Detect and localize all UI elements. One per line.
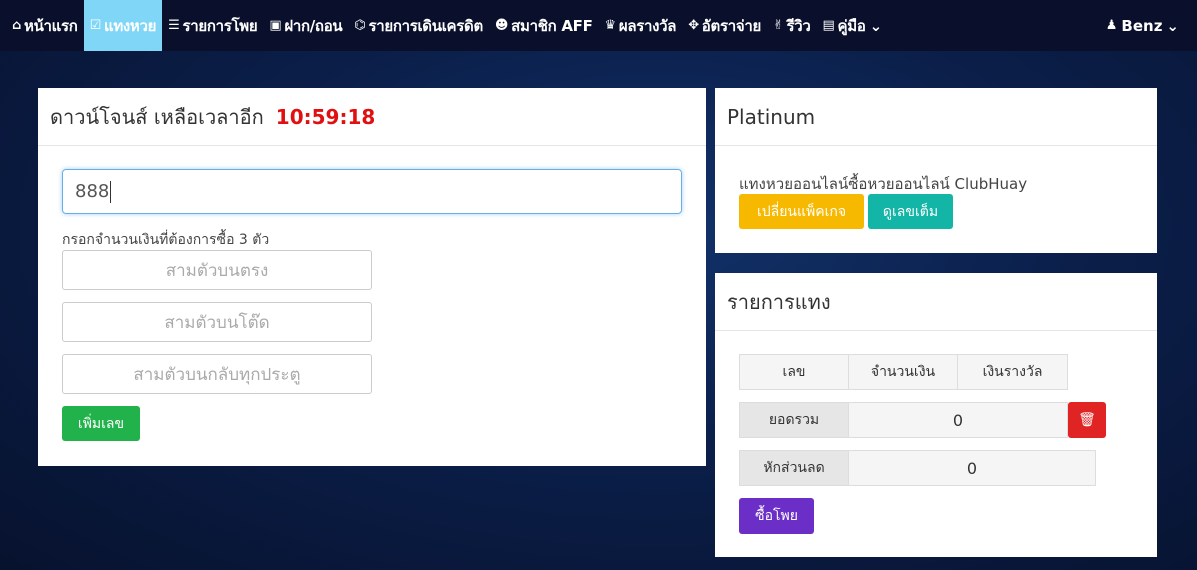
nav-label: ผลรางวัล	[618, 16, 677, 35]
column-header-prize: เงินรางวัล	[957, 354, 1068, 390]
delete-all-button[interactable]: 🗑	[1068, 402, 1106, 438]
column-header-amount: จำนวนเงิน	[848, 354, 958, 390]
view-full-number-button[interactable]: ดูเลขเต็ม	[868, 194, 953, 229]
crosshair-icon: ✥	[688, 18, 699, 33]
package-description: แทงหวยออนไลน์ซื้อหวยออนไลน์ ClubHuay	[739, 175, 1028, 193]
placeholder: สามตัวบนตรง	[165, 260, 269, 281]
nav-label: แทงหวย	[103, 16, 157, 35]
nav-item-results[interactable]: ♛ ผลรางวัล	[599, 0, 683, 51]
bet-panel-header: ดาวน์โจนส์ เหลือเวลาอีก 10:59:18	[38, 88, 706, 146]
total-value: 0	[848, 402, 1068, 438]
nav-label: อัตราจ่าย	[701, 16, 761, 35]
users-icon: ☻	[494, 18, 509, 33]
column-header-number: เลข	[739, 354, 849, 390]
nav-item-deposit-withdraw[interactable]: ▣ ฝาก/ถอน	[263, 0, 348, 51]
three-top-tode-input[interactable]: สามตัวบนโต๊ด	[62, 302, 372, 342]
bank-icon: ⌬	[354, 18, 366, 33]
bet-list-title: รายการแทง	[727, 289, 831, 314]
nav-label: คู่มือ	[837, 16, 866, 35]
total-label: ยอดรวม	[739, 402, 849, 438]
bet-list-header: รายการแทง	[715, 273, 1157, 331]
trophy-icon: ♛	[604, 18, 617, 33]
top-navbar: ⌂ หน้าแรก ☑ แทงหวย ☰ รายการโพย ▣ ฝาก/ถอน…	[0, 0, 1197, 51]
nav-item-credit-history[interactable]: ⌬ รายการเดินเครดิต	[348, 0, 489, 51]
bet-panel-title: ดาวน์โจนส์ เหลือเวลาอีก	[50, 104, 264, 129]
nav-item-reviews[interactable]: ✌ รีวิว	[767, 0, 817, 51]
user-icon: ♟	[1105, 18, 1118, 33]
user-menu[interactable]: ♟ Benz ⌄	[1106, 0, 1179, 51]
nav-label: สมาชิก AFF	[511, 16, 593, 35]
nav-label: รายการโพย	[182, 16, 258, 35]
discount-label: หักส่วนลด	[739, 450, 849, 486]
nav-label: หน้าแรก	[24, 16, 78, 35]
check-square-icon: ☑	[89, 18, 102, 33]
buy-slip-button[interactable]: ซื้อโพย	[739, 498, 814, 534]
user-name: Benz	[1121, 16, 1163, 35]
bet-panel: ดาวน์โจนส์ เหลือเวลาอีก 10:59:18 888 กรอ…	[38, 88, 706, 466]
countdown-timer: 10:59:18	[275, 104, 376, 129]
money-icon: ▣	[269, 18, 282, 33]
nav-item-aff-members[interactable]: ☻ สมาชิก AFF	[489, 0, 599, 51]
add-number-button[interactable]: เพิ่มเลข	[62, 406, 140, 441]
nav-label: รีวิว	[786, 16, 811, 35]
nav-item-manual[interactable]: ▤ คู่มือ ⌄	[817, 0, 888, 51]
amount-hint: กรอกจำนวนเงินที่ต้องการซื้อ 3 ตัว	[62, 232, 270, 248]
package-panel: Platinum แทงหวยออนไลน์ซื้อหวยออนไลน์ Clu…	[715, 88, 1157, 253]
nav-label: รายการเดินเครดิต	[368, 16, 483, 35]
book-icon: ▤	[822, 18, 835, 33]
chevron-down-icon: ⌄	[1166, 16, 1179, 35]
main-nav: ⌂ หน้าแรก ☑ แทงหวย ☰ รายการโพย ▣ ฝาก/ถอน…	[0, 0, 888, 51]
number-input[interactable]: 888	[62, 169, 682, 214]
thumbs-up-icon: ✌	[772, 18, 784, 33]
package-panel-header: Platinum	[715, 88, 1157, 146]
nav-item-bet-list[interactable]: ☰ รายการโพย	[162, 0, 263, 51]
placeholder: สามตัวบนกลับทุกประตู	[133, 364, 301, 385]
three-top-straight-input[interactable]: สามตัวบนตรง	[62, 250, 372, 290]
list-icon: ☰	[168, 18, 180, 33]
package-title: Platinum	[727, 104, 816, 129]
discount-value: 0	[848, 450, 1096, 486]
nav-item-bet[interactable]: ☑ แทงหวย	[83, 0, 163, 51]
bet-list-panel: รายการแทง เลข จำนวนเงิน เงินรางวัล ยอดรว…	[715, 273, 1157, 557]
change-package-button[interactable]: เปลี่ยนแพ็คเกจ	[739, 194, 864, 229]
number-input-value: 888	[75, 181, 110, 202]
home-icon: ⌂	[12, 18, 22, 33]
nav-item-home[interactable]: ⌂ หน้าแรก	[0, 0, 84, 51]
placeholder: สามตัวบนโต๊ด	[164, 312, 270, 333]
trash-icon: 🗑	[1078, 412, 1096, 428]
text-caret	[110, 180, 112, 203]
three-top-permutation-input[interactable]: สามตัวบนกลับทุกประตู	[62, 354, 372, 394]
nav-item-payout-rates[interactable]: ✥ อัตราจ่าย	[682, 0, 767, 51]
chevron-down-icon: ⌄	[869, 16, 883, 35]
nav-label: ฝาก/ถอน	[284, 16, 343, 35]
